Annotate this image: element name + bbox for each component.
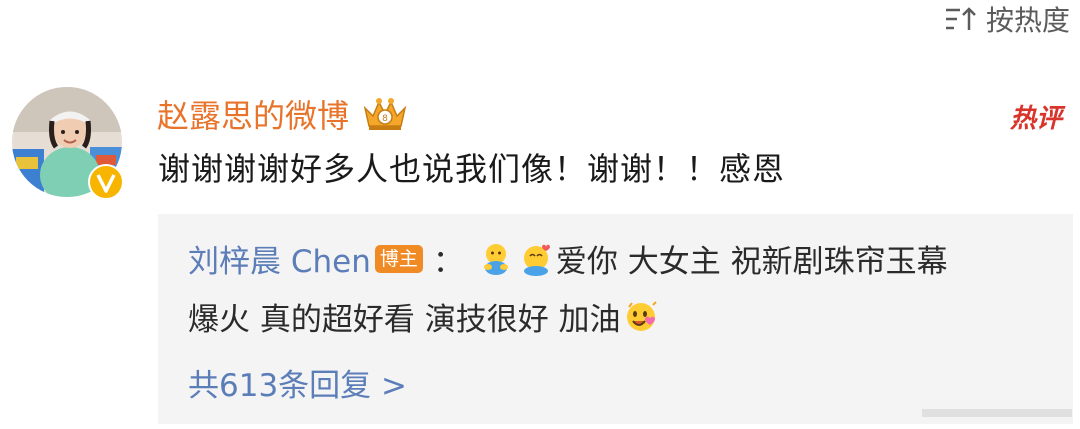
reply-line-2: 爆火 真的超好看 演技很好 加油 — [188, 294, 661, 339]
sort-label: 按热度 — [985, 4, 1070, 37]
reply-line-1: 刘梓晨 Chen 博主 ： 爱你 大女主 祝新剧珠帘玉幕 — [188, 236, 948, 281]
verified-badge-icon — [88, 164, 124, 200]
reply-text-line-2: 爆火 真的超好看 演技很好 加油 — [188, 302, 621, 338]
hug-emoji-icon — [483, 243, 508, 275]
svg-text:8: 8 — [382, 114, 388, 124]
sort-by-popularity-button[interactable]: 按热度 — [944, 0, 1070, 38]
view-replies-link[interactable]: 共613条回复 > — [188, 360, 407, 405]
author-row: 赵露思的微博 8 — [157, 92, 411, 136]
hot-badge-label: 热评 — [1009, 104, 1066, 134]
watermark — [922, 409, 1072, 417]
reply-preview[interactable]: 刘梓晨 Chen 博主 ： 爱你 大女主 祝新剧珠帘玉幕 爆火 真的超好看 演技… — [158, 214, 1073, 424]
reply-author-name[interactable]: 刘梓晨 Chen — [188, 236, 371, 281]
sort-icon — [945, 7, 976, 30]
hot-comment-badge: 热评 — [1004, 98, 1066, 136]
blogger-tag: 博主 — [374, 244, 423, 273]
love-emoji-icon — [626, 300, 657, 331]
reply-separator: ： — [432, 244, 464, 280]
crown-badge-icon: 8 — [363, 98, 407, 130]
comment-item: 赵露思的微博 8 热评 谢谢谢谢好多人也说我们像！谢谢！！感恩 刘梓晨 Chen… — [0, 78, 1080, 429]
hug-heart-emoji-icon — [523, 244, 550, 276]
comment-author-name[interactable]: 赵露思的微博 — [157, 91, 349, 137]
reply-text-line-1: 爱你 大女主 祝新剧珠帘玉幕 — [555, 244, 948, 280]
comment-text: 谢谢谢谢好多人也说我们像！谢谢！！感恩 — [158, 150, 786, 188]
